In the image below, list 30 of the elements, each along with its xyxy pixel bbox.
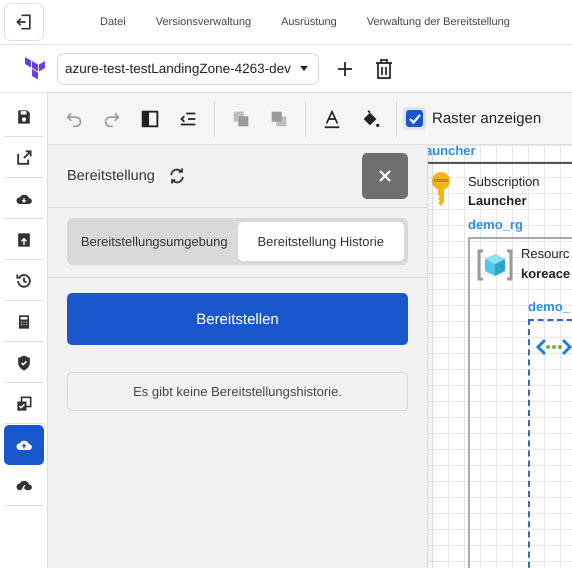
resource-name-text: Launcher: [468, 193, 527, 208]
close-icon: [378, 169, 392, 183]
plus-icon: [337, 60, 353, 76]
app-logo-icon: [25, 56, 47, 80]
menu-item[interactable]: Ausrüstung: [281, 16, 337, 28]
empty-history-message: Es gibt keine Bereitstellungshistorie.: [67, 372, 408, 411]
menu-item[interactable]: Verwaltung der Bereitstellung: [366, 16, 510, 28]
close-button[interactable]: [362, 153, 408, 199]
container-label: demo_rg: [468, 217, 523, 232]
trash-icon: [375, 58, 393, 78]
tab[interactable]: Bereitstellungsumgebung: [71, 222, 238, 261]
exit-button[interactable]: [4, 3, 44, 41]
menu-item[interactable]: Versionsverwaltung: [156, 16, 252, 28]
virtual-network-icon: [536, 338, 572, 356]
cube-icon: [477, 249, 513, 281]
sidebar-button[interactable]: [4, 425, 44, 465]
dropdown-caret-icon: [300, 66, 308, 71]
checkmark-icon: [408, 112, 422, 126]
grid-checkbox[interactable]: Raster anzeigen: [397, 107, 542, 130]
panel-title: Bereitstellung: [67, 168, 155, 184]
menu-item[interactable]: Datei: [100, 16, 126, 28]
container-label: demo_: [528, 299, 570, 314]
key-icon: [430, 172, 452, 208]
resource-name-text: koreace: [521, 266, 570, 281]
resource-type-text: Subscription: [468, 174, 540, 189]
checkbox[interactable]: [406, 110, 423, 127]
project-select[interactable]: azure-test-testLandingZone-4263-dev: [57, 52, 319, 84]
tab[interactable]: Bereitstellung Historie: [238, 222, 404, 261]
resource-type-text: Resourc: [521, 246, 570, 261]
deploy-button[interactable]: Bereitstellen: [67, 293, 408, 345]
